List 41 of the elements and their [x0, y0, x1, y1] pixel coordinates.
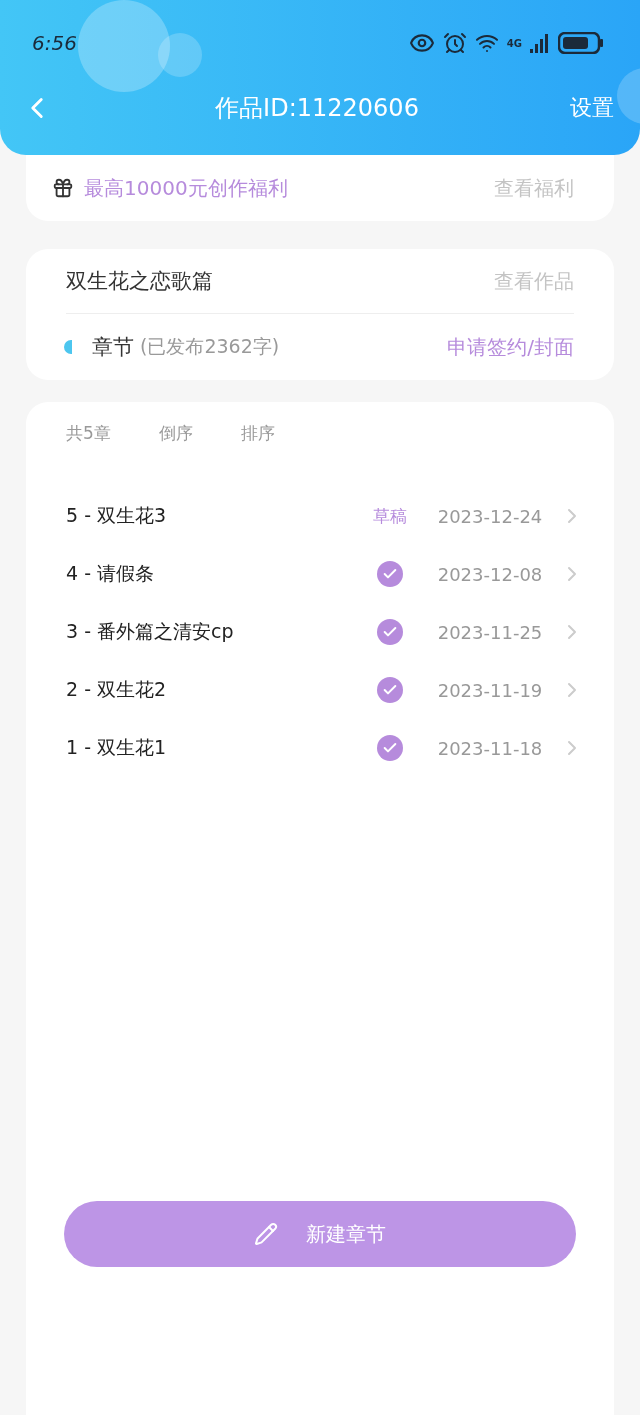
work-title: 双生花之恋歌篇: [66, 268, 213, 295]
pencil-icon: [254, 1222, 278, 1246]
chapter-title: 5 - 双生花3: [66, 503, 168, 528]
benefit-text: 最高10000元创作福利: [84, 174, 288, 202]
list-header-item[interactable]: 排序: [240, 422, 275, 445]
view-benefits-link[interactable]: 查看福利: [494, 174, 574, 202]
list-header-item[interactable]: 倒序: [158, 422, 193, 445]
chapter-row[interactable]: 3 - 番外篇之清安cp 2023-11-25: [26, 603, 614, 661]
published-check-icon: [377, 561, 403, 587]
chapter-title: 1 - 双生花1: [66, 735, 168, 760]
published-check-icon: [377, 677, 403, 703]
chapter-title: 4 - 请假条: [66, 561, 156, 586]
new-chapter-button[interactable]: 新建章节: [64, 1201, 576, 1267]
network-label: 4G: [506, 37, 522, 49]
settings-button[interactable]: 设置: [570, 93, 614, 123]
status-time: 6:56: [32, 31, 77, 55]
sign-cover-link[interactable]: 申请签约/封面: [447, 333, 574, 361]
alarm-icon: [442, 31, 467, 55]
list-header-item: 共5章: [66, 422, 111, 445]
published-check-icon: [377, 619, 403, 645]
chapter-date: 2023-11-18: [436, 737, 544, 759]
chapter-row[interactable]: 1 - 双生花1 2023-11-18: [26, 719, 614, 777]
word-count: (已发布2362字): [140, 334, 280, 359]
section-label: 章节: [92, 334, 134, 361]
chapter-date: 2023-11-19: [436, 679, 544, 701]
battery-icon: [558, 32, 604, 54]
published-check-icon: [377, 735, 403, 761]
view-work-link[interactable]: 查看作品: [494, 267, 574, 295]
chapter-date: 2023-12-24: [436, 505, 544, 527]
chapter-title: 3 - 番外篇之清安cp: [66, 619, 235, 644]
chapter-date: 2023-11-25: [436, 621, 544, 643]
page-title: 作品ID:11220606: [215, 93, 419, 124]
draft-label: 草稿: [373, 504, 407, 528]
section-marker: [64, 340, 72, 354]
chapter-title: 2 - 双生花2: [66, 677, 168, 702]
gift-icon: [52, 177, 74, 199]
chapter-row[interactable]: 5 - 双生花3 草稿 2023-12-24: [26, 487, 614, 545]
chapter-row[interactable]: 4 - 请假条 2023-12-08: [26, 545, 614, 603]
signal-icon: [530, 33, 550, 53]
chapter-date: 2023-12-08: [436, 563, 544, 585]
chapter-row[interactable]: 2 - 双生花2 2023-11-19: [26, 661, 614, 719]
